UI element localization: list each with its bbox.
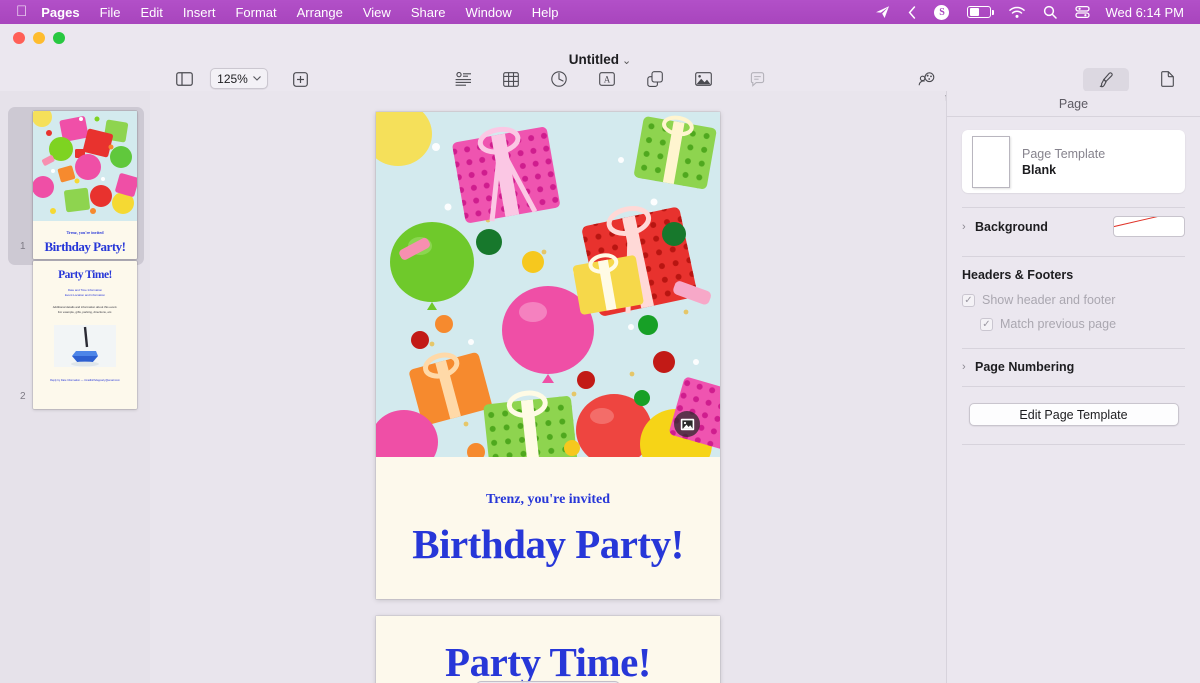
page-template-thumbnail — [972, 136, 1010, 188]
menu-item-file[interactable]: File — [90, 5, 131, 20]
background-label: Background — [975, 220, 1048, 234]
page-thumbnails-pane[interactable]: 1 — [0, 91, 150, 683]
pages-window: Untitled⌄ View 125% Zoom — [0, 24, 1200, 683]
s-app-icon[interactable]: S — [925, 5, 958, 20]
close-button[interactable] — [13, 32, 25, 44]
menu-item-share[interactable]: Share — [401, 5, 456, 20]
apple-logo-icon[interactable]:  — [8, 4, 37, 19]
menu-item-format[interactable]: Format — [225, 5, 286, 20]
divider — [962, 444, 1185, 445]
minimize-button[interactable] — [33, 32, 45, 44]
text-box-icon: A — [599, 68, 615, 90]
plus-square-icon — [293, 68, 308, 90]
maximize-button[interactable] — [53, 32, 65, 44]
battery-icon[interactable] — [958, 6, 1000, 18]
divider — [962, 348, 1185, 349]
control-center-icon[interactable] — [1066, 5, 1099, 19]
thumbnail-page-2[interactable]: Party Time! Date and Time Information Ev… — [33, 261, 137, 409]
chevron-left-icon[interactable] — [899, 6, 925, 19]
thumbnail-title: Party Time! — [42, 269, 128, 281]
divider — [962, 207, 1185, 208]
edit-page-template-button[interactable]: Edit Page Template — [969, 403, 1179, 426]
page-template-meta: Page Template Blank — [1022, 147, 1105, 177]
shape-icon — [647, 68, 663, 90]
media-icon — [695, 68, 712, 90]
divider — [962, 386, 1185, 387]
thumbnail-body: Additional details and information about… — [42, 305, 128, 316]
document-page-1[interactable]: Trenz, you're invited Birthday Party! — [376, 112, 720, 599]
thumbnail-title: Birthday Party! — [33, 239, 137, 255]
wifi-icon[interactable] — [1000, 6, 1034, 19]
checkbox-checked-icon[interactable]: ✓ — [980, 318, 993, 331]
match-previous-page-row[interactable]: ✓ Match previous page — [947, 312, 1200, 336]
page-subtitle[interactable]: Trenz, you're invited — [376, 492, 720, 508]
match-previous-page-label: Match previous page — [1000, 317, 1116, 331]
menu-item-window[interactable]: Window — [456, 5, 522, 20]
zoom-value: 125% — [217, 72, 248, 86]
chevron-right-icon[interactable]: › — [962, 361, 975, 373]
telegram-icon[interactable] — [866, 5, 899, 19]
page-numbering-label: Page Numbering — [975, 360, 1074, 374]
chevron-down-icon[interactable]: ⌄ — [622, 55, 631, 67]
table-icon — [503, 68, 519, 90]
thumbnail-subtitle: Trenz, you're invited — [33, 230, 137, 235]
collaborate-icon — [918, 68, 937, 90]
thumbnail-line2: Event Location and Information — [42, 293, 128, 298]
page-title: Untitled — [569, 52, 619, 67]
page-template-card[interactable]: Page Template Blank — [962, 130, 1185, 193]
background-no-fill-swatch[interactable] — [1113, 216, 1185, 237]
search-icon[interactable] — [1034, 5, 1066, 19]
thumbnail-footer: Reply by Date Information — trmailbirthd… — [42, 379, 128, 382]
menu-item-view[interactable]: View — [353, 5, 401, 20]
chevron-down-icon — [253, 76, 261, 81]
menu-item-help[interactable]: Help — [522, 5, 569, 20]
chevron-right-icon[interactable]: › — [962, 221, 975, 233]
document-icon — [1161, 68, 1174, 90]
page2-main-title[interactable]: Party Time! — [376, 616, 720, 683]
inspector-title: Page — [947, 91, 1200, 117]
headers-footers-heading: Headers & Footers — [947, 268, 1200, 282]
document-title-bar[interactable]: Untitled⌄ — [0, 52, 1200, 67]
menu-item-insert[interactable]: Insert — [173, 5, 226, 20]
show-header-footer-label: Show header and footer — [982, 293, 1115, 307]
thumbnail-page-1[interactable]: Trenz, you're invited Birthday Party! — [33, 111, 137, 259]
show-header-footer-row[interactable]: ✓ Show header and footer — [947, 288, 1200, 312]
document-page-2[interactable]: Party Time! — [376, 616, 720, 683]
insert-icon — [455, 68, 472, 90]
thumbnail-number: 1 — [20, 241, 26, 252]
window-controls — [13, 32, 65, 44]
chart-icon — [551, 68, 567, 90]
zoom-select[interactable]: 125% — [210, 68, 268, 89]
menu-item-pages[interactable]: Pages — [37, 5, 89, 20]
menubar-clock[interactable]: Wed 6:14 PM — [1099, 5, 1192, 20]
sidebar-icon — [176, 68, 193, 90]
comment-icon — [750, 68, 765, 90]
menu-bar:  Pages File Edit Insert Format Arrange … — [0, 0, 1200, 24]
image-placeholder-icon[interactable] — [674, 411, 700, 437]
page-main-title[interactable]: Birthday Party! — [376, 520, 720, 568]
page-numbering-row[interactable]: › Page Numbering — [947, 352, 1200, 382]
background-row[interactable]: › Background — [947, 212, 1200, 242]
document-canvas[interactable]: Trenz, you're invited Birthday Party! Pa… — [150, 91, 945, 683]
format-inspector: Page Page Template Blank › Background He… — [946, 91, 1200, 683]
edit-page-template-container: Edit Page Template — [947, 403, 1200, 426]
divider — [962, 256, 1185, 257]
thumbnail-number: 2 — [20, 391, 26, 402]
thumbnail-photo — [33, 111, 137, 221]
toolbar: Untitled⌄ View 125% Zoom — [0, 24, 1200, 91]
menu-item-edit[interactable]: Edit — [131, 5, 173, 20]
menu-item-arrange[interactable]: Arrange — [287, 5, 353, 20]
page-template-value: Blank — [1022, 163, 1105, 177]
s-app-letter: S — [934, 5, 949, 20]
page-template-label: Page Template — [1022, 147, 1105, 161]
thumbnail-photo — [42, 325, 128, 367]
paintbrush-icon — [1083, 68, 1129, 92]
page-photo[interactable] — [376, 112, 720, 457]
svg-text:A: A — [604, 74, 611, 84]
checkbox-checked-icon[interactable]: ✓ — [962, 294, 975, 307]
